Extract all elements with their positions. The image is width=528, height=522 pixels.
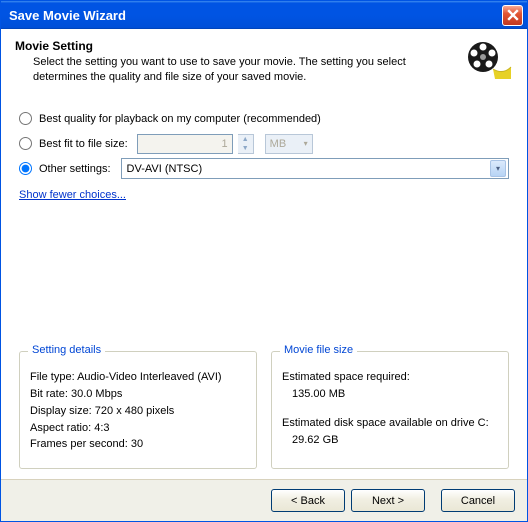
space-required-label: Estimated space required: — [282, 370, 498, 385]
option-best-fit: Best fit to file size: ▲ ▼ MB ▾ — [19, 133, 509, 155]
wizard-header: Movie Setting Select the setting you wan… — [1, 29, 527, 99]
filesize-unit-select: MB ▾ — [265, 134, 313, 154]
option-best-quality[interactable]: Best quality for playback on my computer… — [19, 108, 509, 130]
chevron-down-icon: ▾ — [304, 139, 308, 148]
option-best-quality-label: Best quality for playback on my computer… — [39, 113, 321, 125]
movie-filesize-group: Movie file size Estimated space required… — [271, 351, 509, 469]
filesize-input — [137, 134, 233, 154]
show-fewer-link[interactable]: Show fewer choices... — [19, 189, 126, 201]
chevron-down-icon: ▾ — [490, 160, 506, 177]
radio-best-fit[interactable] — [19, 137, 32, 150]
space-available-value: 29.62 GB — [282, 433, 498, 448]
radio-other-settings[interactable] — [19, 162, 32, 175]
page-heading: Movie Setting — [15, 39, 453, 53]
detail-fps: Frames per second: 30 — [30, 437, 246, 452]
wizard-footer: < Back Next > Cancel — [1, 479, 527, 521]
option-other-label: Other settings: — [39, 163, 111, 175]
close-button[interactable] — [502, 5, 523, 26]
format-select-value: DV-AVI (NTSC) — [127, 163, 203, 175]
next-button[interactable]: Next > — [351, 489, 425, 512]
option-other-settings: Other settings: DV-AVI (NTSC) ▾ — [19, 158, 509, 180]
save-movie-wizard-window: Save Movie Wizard Movie Setting Select t… — [0, 0, 528, 522]
back-button[interactable]: < Back — [271, 489, 345, 512]
detail-filetype: File type: Audio-Video Interleaved (AVI) — [30, 370, 246, 385]
detail-display: Display size: 720 x 480 pixels — [30, 404, 246, 419]
page-description: Select the setting you want to use to sa… — [33, 55, 453, 85]
chevron-down-icon: ▼ — [238, 144, 253, 153]
detail-bitrate: Bit rate: 30.0 Mbps — [30, 387, 246, 402]
detail-aspect: Aspect ratio: 4:3 — [30, 421, 246, 436]
setting-details-legend: Setting details — [28, 344, 105, 356]
movie-reel-icon — [463, 39, 513, 83]
space-available-label: Estimated disk space available on drive … — [282, 416, 498, 431]
wizard-body: Best quality for playback on my computer… — [1, 99, 527, 479]
format-select[interactable]: DV-AVI (NTSC) ▾ — [121, 158, 509, 179]
window-title: Save Movie Wizard — [9, 8, 502, 23]
close-icon — [507, 9, 519, 21]
titlebar: Save Movie Wizard — [1, 1, 527, 29]
filesize-unit-value: MB — [270, 138, 287, 150]
radio-best-quality[interactable] — [19, 112, 32, 125]
cancel-button[interactable]: Cancel — [441, 489, 515, 512]
space-required-value: 135.00 MB — [282, 387, 498, 402]
chevron-up-icon: ▲ — [238, 135, 253, 144]
movie-filesize-legend: Movie file size — [280, 344, 357, 356]
option-best-fit-label: Best fit to file size: — [39, 138, 128, 150]
setting-details-group: Setting details File type: Audio-Video I… — [19, 351, 257, 469]
filesize-spinner: ▲ ▼ — [238, 134, 254, 154]
